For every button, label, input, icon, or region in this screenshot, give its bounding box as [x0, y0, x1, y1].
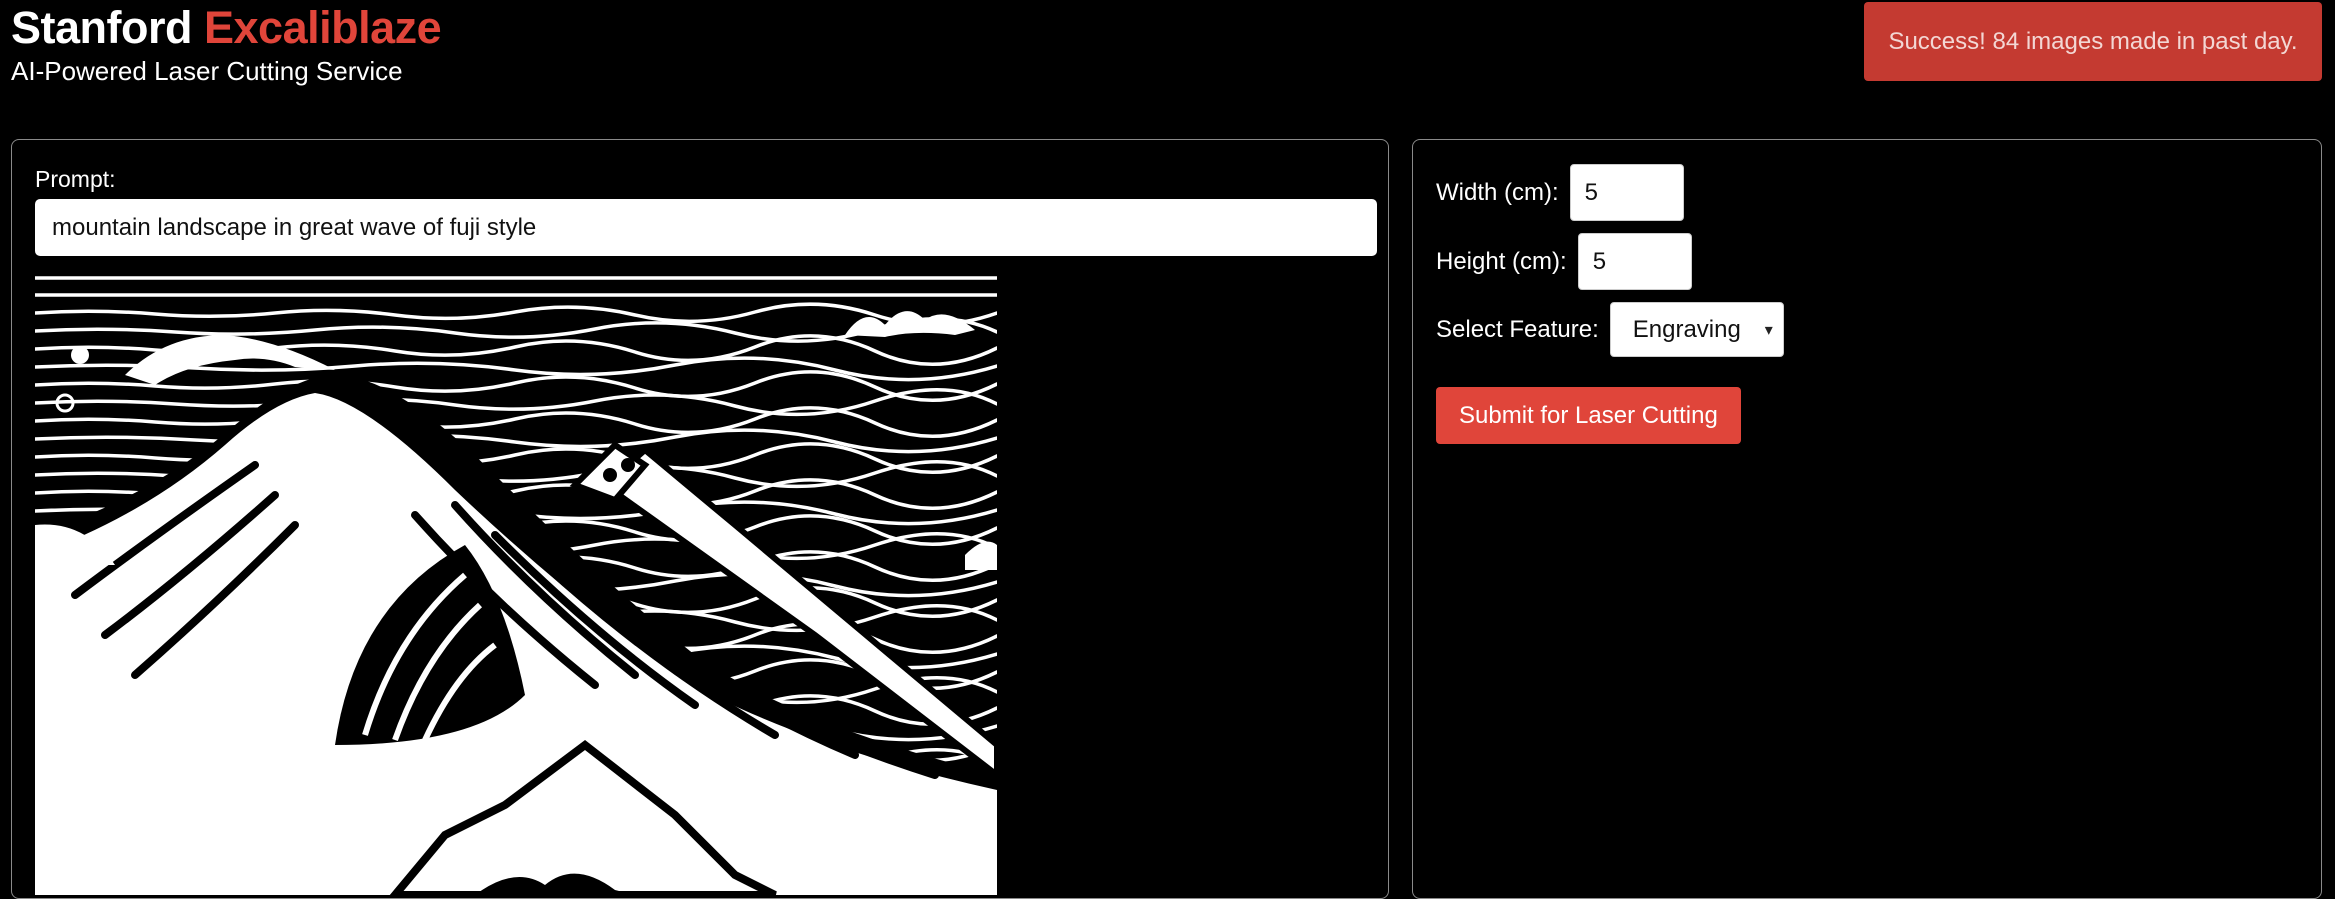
brand-primary: Stanford: [11, 2, 193, 53]
feature-label: Select Feature:: [1436, 315, 1599, 343]
width-row: Width (cm):: [1436, 164, 1684, 221]
height-input[interactable]: [1577, 233, 1692, 290]
feature-select-value: Engraving: [1632, 315, 1741, 343]
feature-select[interactable]: Engraving ▾: [1609, 302, 1784, 357]
prompt-panel: Prompt:: [11, 139, 1389, 899]
generated-engraving-image: [35, 275, 997, 895]
settings-panel: Width (cm): Height (cm): Select Feature:…: [1412, 139, 2322, 899]
site-tagline: AI-Powered Laser Cutting Service: [11, 56, 403, 86]
success-toast: Success! 84 images made in past day.: [1864, 2, 2322, 81]
width-input[interactable]: [1569, 164, 1684, 221]
submit-laser-cutting-button[interactable]: Submit for Laser Cutting: [1436, 387, 1741, 444]
height-label: Height (cm):: [1436, 247, 1567, 275]
width-label: Width (cm):: [1436, 178, 1559, 206]
site-header: Stanford Excaliblaze AI-Powered Laser Cu…: [11, 0, 442, 87]
height-row: Height (cm):: [1436, 233, 1692, 290]
prompt-input[interactable]: [35, 199, 1377, 256]
site-title: Stanford Excaliblaze: [11, 0, 442, 53]
prompt-label: Prompt:: [35, 166, 116, 192]
chevron-down-icon: ▾: [1764, 321, 1773, 339]
brand-accent: Excaliblaze: [204, 2, 442, 53]
feature-row: Select Feature: Engraving ▾: [1436, 302, 1784, 357]
